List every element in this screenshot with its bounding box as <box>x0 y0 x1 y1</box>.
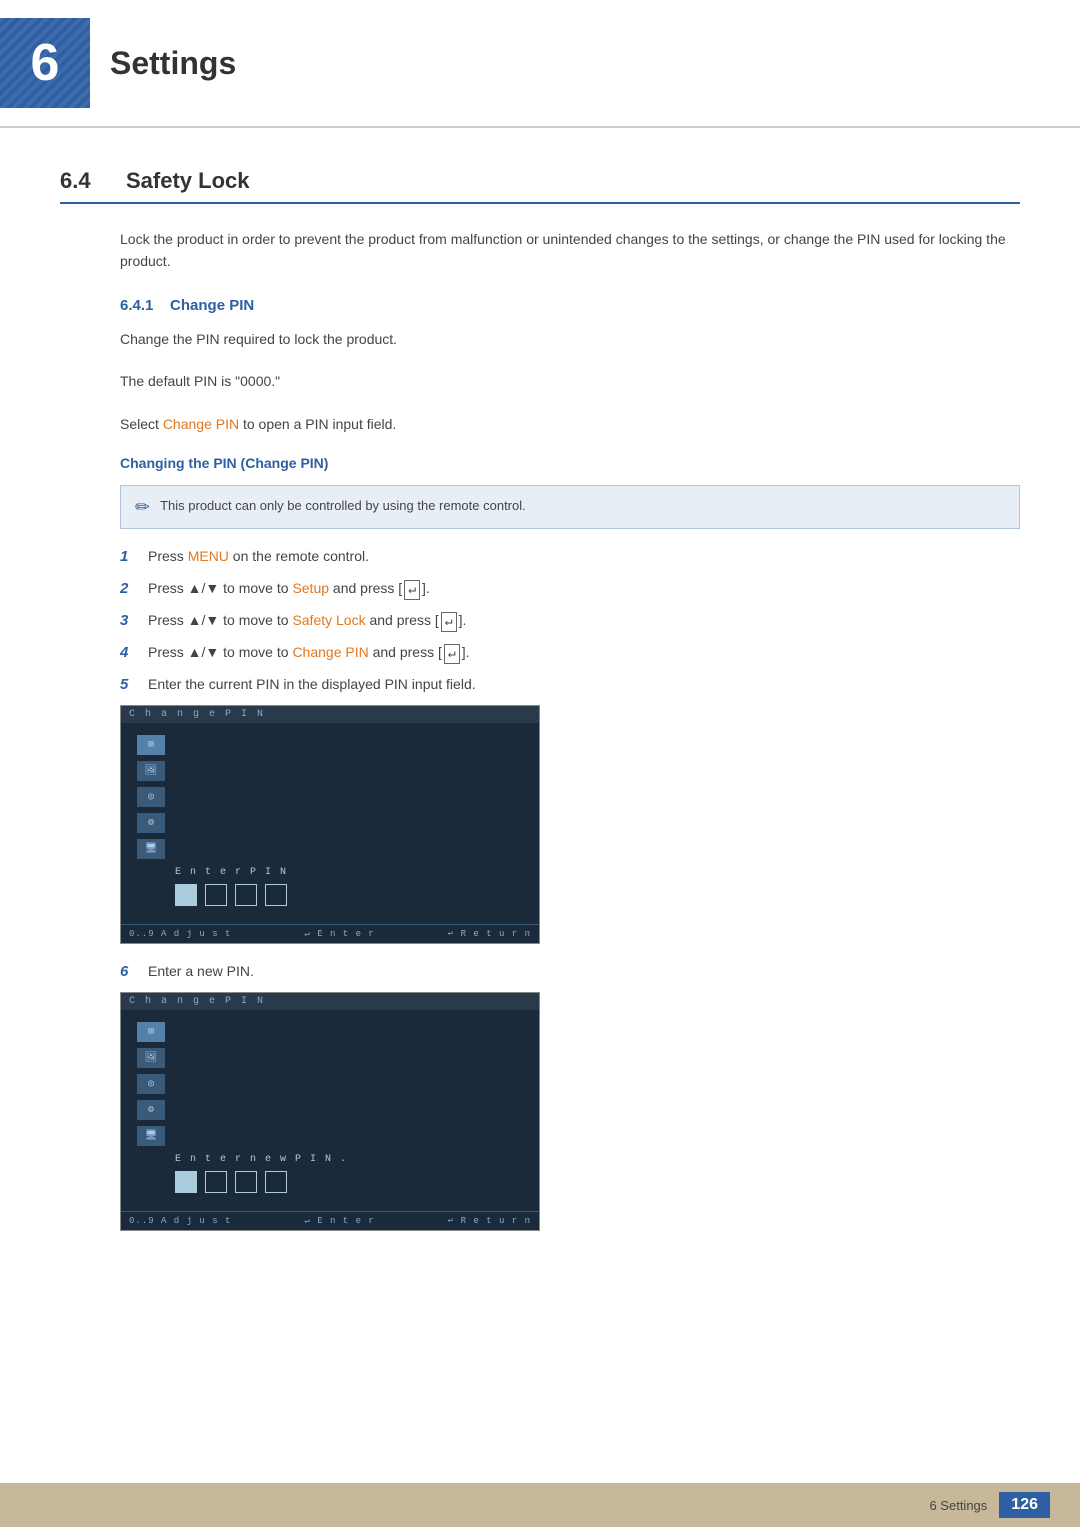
note-icon: ✏ <box>135 497 150 518</box>
step-text-4: Press ▲/▼ to move to Change PIN and pres… <box>148 641 1020 664</box>
page-footer: 6 Settings 126 <box>0 1483 1080 1527</box>
enter-key-3: ↵ <box>441 612 457 632</box>
pin-footer-mid-2: ↵ E n t e r <box>304 1216 374 1226</box>
step-number-6: 6 <box>120 960 148 984</box>
step-4: 4 Press ▲/▼ to move to Change PIN and pr… <box>120 641 1020 665</box>
step-text-3: Press ▲/▼ to move to Safety Lock and pre… <box>148 609 1020 632</box>
step-text-2: Press ▲/▼ to move to Setup and press [↵]… <box>148 577 1020 600</box>
icon-row-2-5: 🖥 <box>137 1126 523 1146</box>
subsection-number: 6.4.1 <box>120 297 153 314</box>
main-content: 6.4 Safety Lock Lock the product in orde… <box>0 128 1080 1299</box>
enter-key-2: ↵ <box>404 580 420 600</box>
pin-footer-1: 0..9 A d j u s t ↵ E n t e r ↩ R e t u r… <box>121 924 539 943</box>
pin-box-2-1 <box>175 1171 197 1193</box>
pin-footer-left-1: 0..9 A d j u s t <box>129 929 231 939</box>
step-number-1: 1 <box>120 545 148 569</box>
pin-icon-2d: ⚙ <box>137 1100 165 1120</box>
pin-footer-2: 0..9 A d j u s t ↵ E n t e r ↩ R e t u r… <box>121 1211 539 1230</box>
pin-bar-2: C h a n g e P I N <box>121 993 539 1010</box>
step-2: 2 Press ▲/▼ to move to Setup and press [… <box>120 577 1020 601</box>
changepin-highlight: Change PIN <box>292 644 368 660</box>
chapter-number: 6 <box>31 33 60 93</box>
step-text-5: Enter the current PIN in the displayed P… <box>148 673 1020 695</box>
pin-icon-1a: ⊞ <box>137 735 165 755</box>
pin-enter-label-2: E n t e r n e w P I N . <box>175 1154 523 1165</box>
pin-footer-mid-1: ↵ E n t e r <box>304 929 374 939</box>
section-intro: Lock the product in order to prevent the… <box>120 228 1020 273</box>
safetylock-highlight: Safety Lock <box>292 612 365 628</box>
step-text-6: Enter a new PIN. <box>148 960 1020 982</box>
pin-box-1-1 <box>175 884 197 906</box>
pin-icons-2: ⊞ 🖼 ◎ ⚙ 🖥 <box>137 1022 523 1146</box>
pin-boxes-1 <box>175 884 523 906</box>
pin-inner-2: ⊞ 🖼 ◎ ⚙ 🖥 E n t e r n e w P I N . <box>121 1010 539 1211</box>
desc3-suffix: to open a PIN input field. <box>239 416 396 432</box>
subsection-desc2: The default PIN is "0000." <box>120 370 1020 392</box>
note-box: ✏ This product can only be controlled by… <box>120 485 1020 529</box>
icon-row-1: ⊞ <box>137 735 523 755</box>
icon-row-2-2: 🖼 <box>137 1048 523 1068</box>
pin-icon-2b: 🖼 <box>137 1048 165 1068</box>
menu-highlight: MENU <box>188 548 229 564</box>
pin-footer-right-2: ↩ R e t u r n <box>448 1216 531 1226</box>
step-number-3: 3 <box>120 609 148 633</box>
pin-icon-2e: 🖥 <box>137 1126 165 1146</box>
step-3: 3 Press ▲/▼ to move to Safety Lock and p… <box>120 609 1020 633</box>
section-number: 6.4 <box>60 168 110 194</box>
step-number-5: 5 <box>120 673 148 697</box>
pin-box-2-3 <box>235 1171 257 1193</box>
pin-screen-2: C h a n g e P I N ⊞ 🖼 ◎ ⚙ 🖥 E n t <box>120 992 540 1231</box>
icon-row-5: 🖥 <box>137 839 523 859</box>
colored-heading: Changing the PIN (Change PIN) <box>120 455 1020 471</box>
pin-box-2-2 <box>205 1171 227 1193</box>
pin-box-1-2 <box>205 884 227 906</box>
section-title: Safety Lock <box>126 168 250 194</box>
desc3-link: Change PIN <box>163 416 239 432</box>
pin-footer-right-1: ↩ R e t u r n <box>448 929 531 939</box>
pin-icon-2a: ⊞ <box>137 1022 165 1042</box>
icon-row-2-4: ⚙ <box>137 1100 523 1120</box>
pin-screen-1: C h a n g e P I N ⊞ 🖼 ◎ ⚙ 🖥 E n t <box>120 705 540 944</box>
pin-icon-2c: ◎ <box>137 1074 165 1094</box>
icon-row-2-1: ⊞ <box>137 1022 523 1042</box>
footer-page: 126 <box>999 1492 1050 1518</box>
pin-icon-1b: 🖼 <box>137 761 165 781</box>
subsection-desc1: Change the PIN required to lock the prod… <box>120 328 1020 350</box>
icon-row-2-3: ◎ <box>137 1074 523 1094</box>
step-5: 5 Enter the current PIN in the displayed… <box>120 673 1020 697</box>
subsection-heading: 6.4.1 Change PIN <box>120 297 1020 314</box>
pin-footer-left-2: 0..9 A d j u s t <box>129 1216 231 1226</box>
setup-highlight: Setup <box>292 580 329 596</box>
pin-inner-1: ⊞ 🖼 ◎ ⚙ 🖥 E n t e r P I N <box>121 723 539 924</box>
pin-box-2-4 <box>265 1171 287 1193</box>
pin-box-1-4 <box>265 884 287 906</box>
pin-icon-1d: ⚙ <box>137 813 165 833</box>
pin-bar-1: C h a n g e P I N <box>121 706 539 723</box>
page-header: 6 Settings <box>0 0 1080 128</box>
section-heading: 6.4 Safety Lock <box>60 168 1020 204</box>
chapter-box: 6 <box>0 18 90 108</box>
step-number-2: 2 <box>120 577 148 601</box>
pin-icons-1: ⊞ 🖼 ◎ ⚙ 🖥 <box>137 735 523 859</box>
step-number-4: 4 <box>120 641 148 665</box>
enter-key-4: ↵ <box>444 644 460 664</box>
subsection-desc3: Select Change PIN to open a PIN input fi… <box>120 413 1020 435</box>
pin-icon-1e: 🖥 <box>137 839 165 859</box>
icon-row-3: ◎ <box>137 787 523 807</box>
step-text-1: Press MENU on the remote control. <box>148 545 1020 567</box>
pin-icon-1c: ◎ <box>137 787 165 807</box>
chapter-title: Settings <box>110 45 236 82</box>
desc3-prefix: Select <box>120 416 163 432</box>
footer-text: 6 Settings <box>929 1498 987 1513</box>
pin-boxes-2 <box>175 1171 523 1193</box>
pin-enter-label-1: E n t e r P I N <box>175 867 523 878</box>
pin-box-1-3 <box>235 884 257 906</box>
step-1: 1 Press MENU on the remote control. <box>120 545 1020 569</box>
note-text: This product can only be controlled by u… <box>160 496 526 516</box>
icon-row-4: ⚙ <box>137 813 523 833</box>
subsection-title: Change PIN <box>170 297 254 314</box>
step-6: 6 Enter a new PIN. <box>120 960 1020 984</box>
icon-row-2: 🖼 <box>137 761 523 781</box>
